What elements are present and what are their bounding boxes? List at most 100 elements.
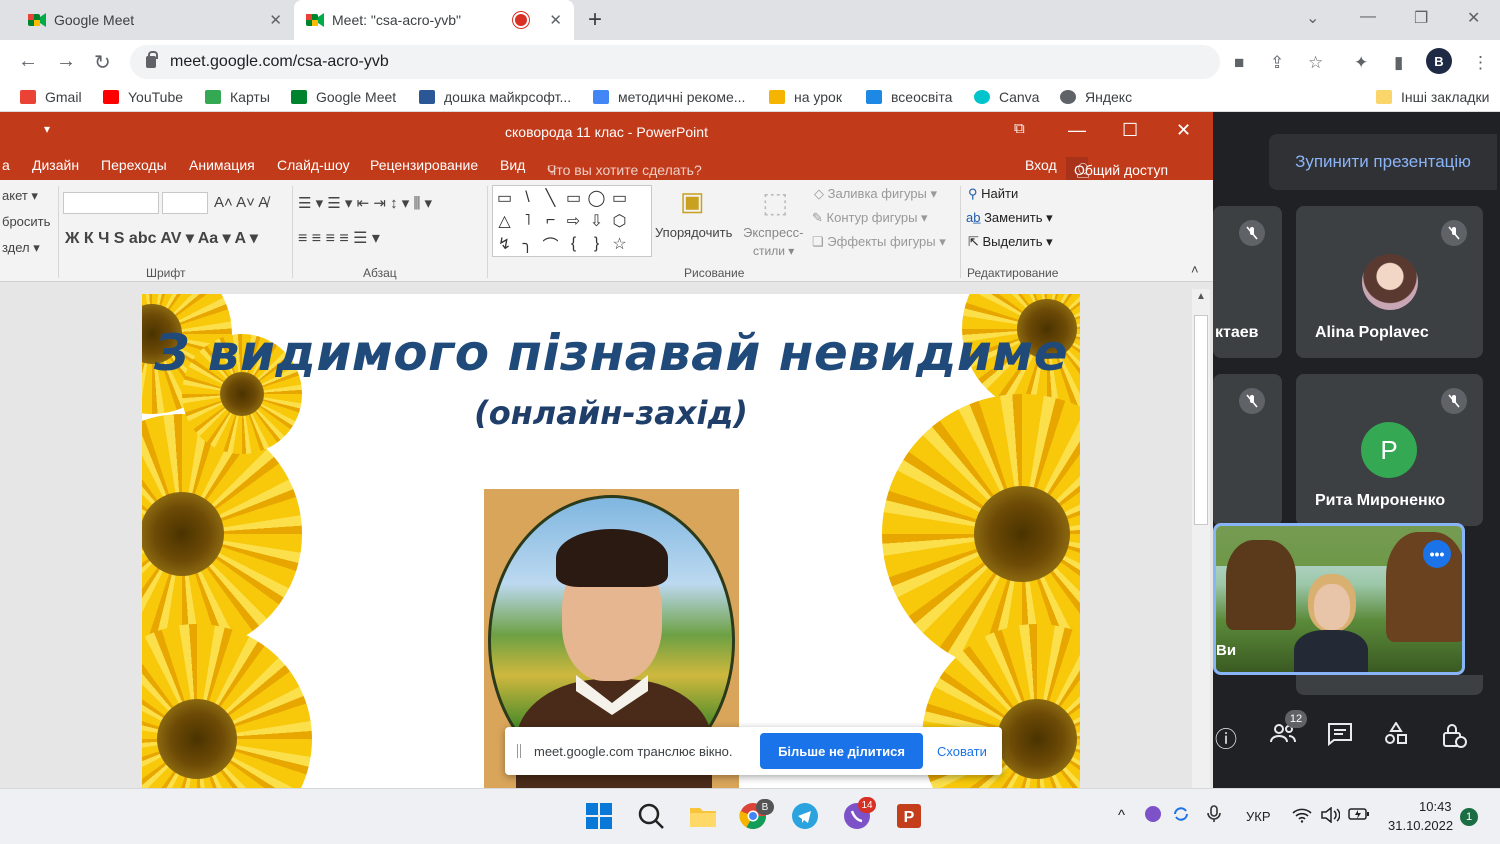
shape-down-arrow[interactable]: ⇩ <box>590 211 603 231</box>
arrange-button[interactable]: Упорядочить <box>655 225 732 240</box>
microphone-tray-icon[interactable] <box>1206 805 1222 826</box>
profile-avatar[interactable]: B <box>1426 48 1452 74</box>
tab-search-icon[interactable]: ⌄ <box>1306 8 1319 28</box>
input-language[interactable]: УКР <box>1246 809 1271 824</box>
find-button[interactable]: ⚲ Найти <box>968 186 1018 202</box>
tab-transitions[interactable]: Переходы <box>101 157 167 173</box>
tab-view[interactable]: Вид <box>500 157 525 173</box>
side-panel-icon[interactable]: ▮ <box>1394 53 1403 73</box>
hide-button[interactable]: Сховати <box>937 744 987 759</box>
extensions-icon[interactable]: ✦ <box>1354 53 1368 73</box>
layout-button[interactable]: акет ▾ <box>2 188 38 204</box>
scroll-up-icon[interactable]: ▲ <box>1196 291 1206 302</box>
address-bar[interactable]: meet.google.com/csa-acro-yvb <box>130 45 1220 79</box>
tab-design[interactable]: Дизайн <box>32 157 79 173</box>
section-button[interactable]: здел ▾ <box>2 240 40 256</box>
collapse-ribbon-icon[interactable]: ˄ <box>1191 262 1199 277</box>
bookmark-vseosvita[interactable]: всеосвіта <box>866 89 952 105</box>
replace-button[interactable]: ab̲ Заменить ▾ <box>966 210 1053 226</box>
viber-tray-icon[interactable] <box>1144 805 1162 826</box>
clock-time[interactable]: 10:43 <box>1419 799 1452 814</box>
bookmark-gmail[interactable]: Gmail <box>20 89 82 105</box>
tab-google-meet[interactable]: Google Meet ✕ <box>16 0 294 40</box>
host-controls-icon[interactable] <box>1441 722 1467 754</box>
powerpoint-icon[interactable]: P <box>894 801 924 831</box>
more-options-icon[interactable]: ••• <box>1423 540 1451 568</box>
tab-home-partial[interactable]: а <box>2 157 10 173</box>
notification-badge[interactable]: 1 <box>1460 808 1478 826</box>
bookmark-youtube[interactable]: YouTube <box>103 89 183 105</box>
menu-icon[interactable]: ⋮ <box>1472 53 1489 73</box>
participant-tile[interactable]: ктаев <box>1213 206 1282 358</box>
tray-overflow-icon[interactable]: ^ <box>1118 807 1125 824</box>
shape-rectangle[interactable]: ▭ <box>566 188 581 208</box>
shape-fill-button[interactable]: ◇ Заливка фигуры ▾ <box>814 186 937 202</box>
sign-in-link[interactable]: Вход <box>1025 157 1057 173</box>
participant-tile[interactable]: Alina Poplavec <box>1296 206 1483 358</box>
shape-arrow-line[interactable]: ╲ <box>546 188 556 208</box>
slide-title[interactable]: З видимого пізнавай невидиме <box>142 324 1080 382</box>
bookmark-methodics[interactable]: методичні рекоме... <box>593 89 745 105</box>
ribbon-display-icon[interactable]: ⧉ <box>1014 120 1025 137</box>
tab-slideshow[interactable]: Слайд-шоу <box>277 157 350 173</box>
activities-icon[interactable] <box>1383 721 1409 752</box>
tab-meet-call[interactable]: Meet: "csa-acro-yvb" ✕ <box>294 0 574 40</box>
close-icon[interactable]: ✕ <box>549 11 562 29</box>
new-tab-button[interactable]: + <box>588 6 602 34</box>
shape-triangle[interactable]: △ <box>498 211 510 231</box>
shapes-gallery[interactable]: ▭ \ ╲ ▭ ◯ ▭ △ ˥ ⌐ ⇨ ⇩ ⬡ ↯ ╮ ⌒ { } ☆ <box>492 185 652 257</box>
shape-textbox[interactable]: ▭ <box>497 188 512 208</box>
font-size-controls[interactable]: A˄ A˅ A̸ <box>214 194 268 211</box>
slide[interactable]: З видимого пізнавай невидиме (онлайн-зах… <box>142 294 1080 788</box>
forward-icon[interactable]: → <box>56 50 76 73</box>
font-size-box[interactable] <box>162 192 208 214</box>
bookmark-canva[interactable]: Canva <box>974 89 1039 105</box>
telegram-icon[interactable] <box>790 801 820 831</box>
restore-icon[interactable]: ❐ <box>1414 8 1428 28</box>
chat-icon[interactable] <box>1327 722 1353 752</box>
shape-elbow[interactable]: ˥ <box>524 212 530 230</box>
close-icon[interactable]: ✕ <box>1176 120 1191 141</box>
shape-elbow-arrow[interactable]: ⌐ <box>546 212 555 230</box>
shape-right-arrow[interactable]: ⇨ <box>567 211 580 231</box>
minimize-icon[interactable]: — <box>1360 8 1376 26</box>
search-icon[interactable] <box>636 801 666 831</box>
shape-freeform[interactable]: ↯ <box>498 234 511 254</box>
reset-button[interactable]: бросить <box>2 214 50 229</box>
sync-tray-icon[interactable] <box>1172 805 1190 826</box>
shape-line[interactable]: \ <box>525 189 529 207</box>
maximize-icon[interactable]: ☐ <box>1122 120 1138 141</box>
bookmark-na-urok[interactable]: на урок <box>769 89 842 105</box>
bookmark-maps[interactable]: Карты <box>205 89 270 105</box>
other-bookmarks[interactable]: Інші закладки <box>1376 89 1489 105</box>
volume-icon[interactable] <box>1320 806 1341 826</box>
participant-tile[interactable]: P Рита Мироненко <box>1296 374 1483 526</box>
font-name-box[interactable] <box>63 192 159 214</box>
shape-left-brace[interactable]: { <box>571 235 576 253</box>
shape-right-brace[interactable]: } <box>594 235 599 253</box>
shape-oval[interactable]: ◯ <box>588 188 606 208</box>
shape-effects-button[interactable]: ❏ Эффекты фигуры ▾ <box>812 234 946 250</box>
camera-icon[interactable]: ■ <box>1234 53 1244 73</box>
back-icon[interactable]: ← <box>18 50 38 73</box>
battery-icon[interactable] <box>1348 807 1370 824</box>
shape-rounded-rect[interactable]: ▭ <box>612 188 627 208</box>
shape-callout[interactable]: ⬡ <box>613 211 627 231</box>
select-button[interactable]: ⇱ Выделить ▾ <box>968 234 1053 250</box>
shape-arc[interactable]: ⌒ <box>542 232 558 256</box>
meeting-info-icon[interactable]: ⓘ <box>1215 722 1237 754</box>
quick-styles-button[interactable]: Экспресс- <box>743 225 804 240</box>
bookmark-google-meet[interactable]: Google Meet <box>291 89 396 105</box>
shape-star[interactable]: ☆ <box>612 234 626 254</box>
list-indent-controls[interactable]: ☰ ▾ ☰ ▾ ⇤ ⇥ ↕ ▾ ⫼ ▾ <box>298 194 432 212</box>
scrollbar-thumb[interactable] <box>1194 315 1208 525</box>
tab-animations[interactable]: Анимация <box>189 157 255 173</box>
stop-presenting-button[interactable]: Зупинити презентацію <box>1269 134 1497 190</box>
close-icon[interactable]: ✕ <box>269 11 282 29</box>
wifi-icon[interactable] <box>1292 807 1312 826</box>
share-page-icon[interactable]: ⇪ <box>1270 53 1284 73</box>
stop-sharing-button[interactable]: Більше не ділитися <box>760 733 923 769</box>
shape-outline-button[interactable]: ✎ Контур фигуры ▾ <box>812 210 928 226</box>
participant-tile[interactable] <box>1213 374 1282 526</box>
start-menu-icon[interactable] <box>584 801 614 831</box>
